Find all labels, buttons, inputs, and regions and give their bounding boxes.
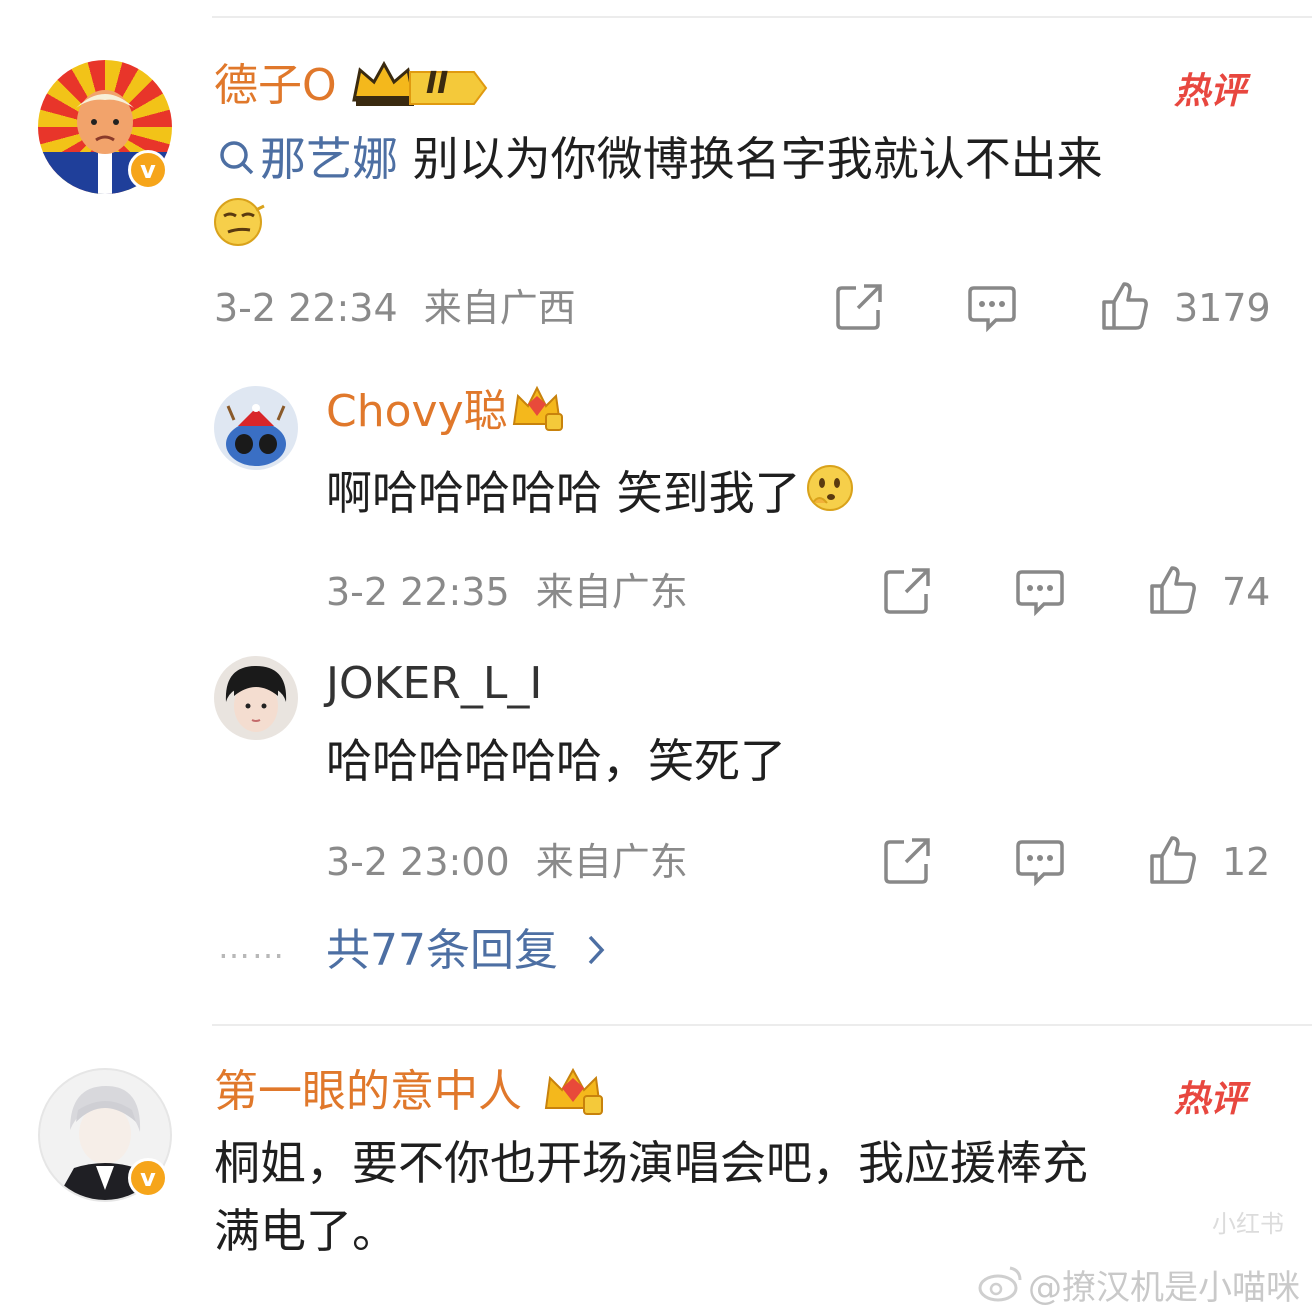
top-divider (212, 16, 1312, 18)
more-replies-dots: …… (218, 928, 286, 966)
crown-badge-icon (510, 384, 564, 436)
thinking-emoji-icon (805, 463, 855, 530)
like-count: 12 (1222, 840, 1271, 884)
verified-badge-icon: v (128, 1158, 168, 1198)
comment-username[interactable]: 第一眼的意中人 (214, 1064, 522, 1120)
reply-meta: 3-2 23:00 来自广东 (326, 838, 688, 886)
mention-link[interactable]: 那艺娜 (260, 132, 398, 186)
comment-divider (212, 1024, 1312, 1026)
comment-text-line: 满电了。 (214, 1204, 398, 1258)
hot-comment-badge: 热评 (1174, 71, 1247, 112)
verified-badge-icon: v (128, 150, 168, 190)
reply-time: 3-2 23:00 (326, 840, 510, 884)
like-icon[interactable] (1148, 834, 1198, 890)
crown-badge-icon (540, 1064, 606, 1118)
watermark-small: 小红书 (1212, 1210, 1284, 1238)
like-icon[interactable] (1148, 564, 1198, 620)
chevron-right-icon (586, 924, 608, 982)
hot-comment-badge: 热评 (1174, 1079, 1247, 1120)
reply-time: 3-2 22:35 (326, 570, 510, 614)
reply-text: 哈哈哈哈哈哈，笑死了 (326, 734, 786, 788)
comment-reply-icon[interactable] (1014, 838, 1066, 892)
comment-location: 来自广西 (423, 286, 576, 330)
like-count: 3179 (1174, 286, 1271, 330)
reply-text: 啊哈哈哈哈哈 笑到我了 (326, 460, 855, 530)
comment-meta: 3-2 22:34 来自广西 (214, 284, 576, 332)
comment-body: 别以为你微博换名字我就认不出来 (412, 132, 1103, 186)
reply-avatar[interactable] (214, 386, 298, 470)
share-icon[interactable] (834, 282, 884, 336)
share-icon[interactable] (882, 566, 932, 620)
crown-level-badge-icon: II (350, 58, 490, 110)
more-replies-link[interactable]: 共77条回复 (326, 922, 608, 982)
smirk-emoji-icon (212, 196, 268, 248)
search-icon (214, 130, 260, 196)
reply-username[interactable]: Chovy聪 (326, 384, 508, 440)
comment-username[interactable]: 德子O (214, 58, 337, 114)
like-icon[interactable] (1100, 280, 1150, 336)
like-count: 74 (1222, 570, 1271, 614)
reply-avatar[interactable] (214, 656, 298, 740)
comment-text-line: 桐姐，要不你也开场演唱会吧，我应援棒充 (214, 1136, 1088, 1190)
weibo-logo-icon (976, 1264, 1024, 1306)
reply-meta: 3-2 22:35 来自广东 (326, 568, 688, 616)
comment-text: 那艺娜 别以为你微博换名字我就认不出来 (214, 126, 1103, 196)
comment-reply-icon[interactable] (966, 284, 1018, 338)
reply-username[interactable]: JOKER_L_I (326, 656, 542, 712)
share-icon[interactable] (882, 836, 932, 890)
reply-location: 来自广东 (535, 840, 688, 884)
reply-location: 来自广东 (535, 570, 688, 614)
comment-reply-icon[interactable] (1014, 568, 1066, 622)
watermark-text: @撩汉机是小喵咪 (1028, 1268, 1300, 1308)
comment-time: 3-2 22:34 (214, 286, 398, 330)
